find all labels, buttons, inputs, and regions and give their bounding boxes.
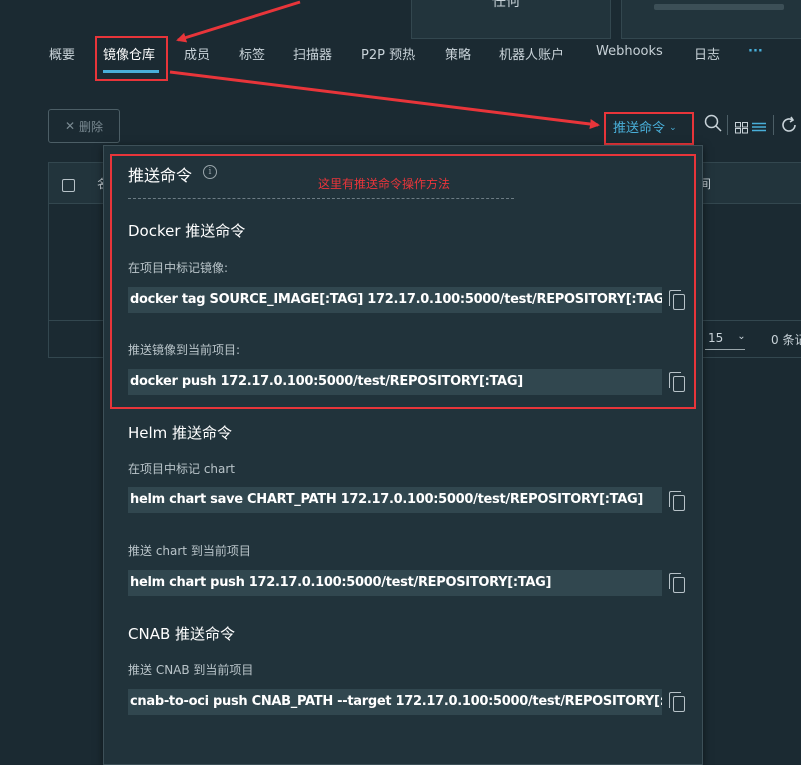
arrow-to-push-command — [169, 70, 600, 129]
arrow-to-repositories-tab — [176, 0, 301, 43]
annotation-arrows — [169, 0, 600, 129]
